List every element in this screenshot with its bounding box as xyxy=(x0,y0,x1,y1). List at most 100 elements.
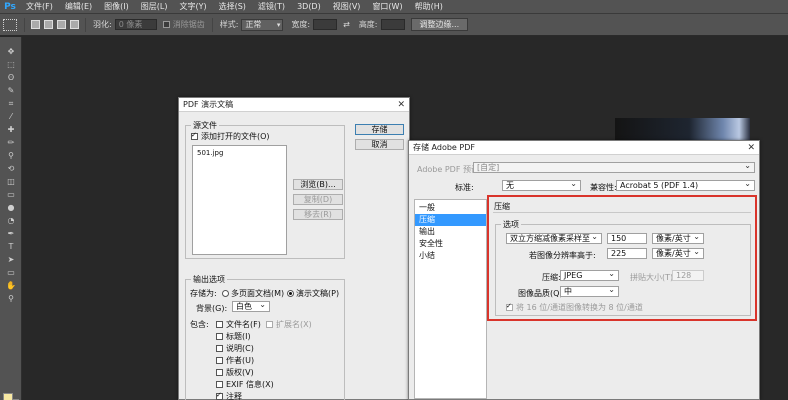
remove-button[interactable]: 移去(R) xyxy=(293,209,343,220)
subtract-selection-icon[interactable] xyxy=(57,20,66,29)
multipage-radio[interactable]: 多页面文档(M) xyxy=(222,288,284,299)
nav-item[interactable]: 压缩 xyxy=(415,214,486,226)
downsample-unit-select[interactable]: 像素/英寸 xyxy=(652,232,704,244)
menu-item[interactable]: 滤镜(T) xyxy=(252,0,291,14)
marquee-preset-icon[interactable] xyxy=(3,18,17,31)
eraser-tool-icon[interactable]: ◫ xyxy=(3,176,19,188)
intersect-selection-icon[interactable] xyxy=(70,20,79,29)
marquee-tool-icon[interactable]: ⬚ xyxy=(3,59,19,71)
nav-item[interactable]: 输出 xyxy=(415,226,486,238)
divider xyxy=(493,212,751,213)
compatibility-select[interactable]: Acrobat 5 (PDF 1.4) xyxy=(616,179,755,191)
notes-checkbox[interactable]: 注释 xyxy=(216,391,242,400)
preset-select[interactable]: [自定] xyxy=(473,161,755,173)
tile-size-input[interactable]: 128 xyxy=(672,270,704,281)
quality-select[interactable]: 中 xyxy=(560,285,619,297)
refine-edge-button[interactable]: 调整边缘... xyxy=(410,18,469,31)
feather-input[interactable]: 0 像素 xyxy=(114,19,157,30)
zoom-tool-icon[interactable]: ⚲ xyxy=(3,293,19,305)
above-unit-select[interactable]: 像素/英寸 xyxy=(652,247,704,259)
brush-tool-icon[interactable]: ✏ xyxy=(3,137,19,149)
exif-checkbox[interactable]: EXIF 信息(X) xyxy=(216,379,274,390)
gradient-tool-icon[interactable]: ▭ xyxy=(3,189,19,201)
above-ppi-input[interactable]: 225 xyxy=(607,248,647,259)
standard-label: 标准: xyxy=(455,183,474,192)
pen-tool-icon[interactable]: ✒ xyxy=(3,228,19,240)
menu-item[interactable]: 图层(L) xyxy=(135,0,174,14)
antialias-checkbox[interactable]: 消除锯齿 xyxy=(162,19,205,30)
crop-tool-icon[interactable]: ⌗ xyxy=(3,98,19,110)
eyedropper-tool-icon[interactable]: ⁄ xyxy=(3,111,19,123)
copyright-checkbox[interactable]: 版权(V) xyxy=(216,367,254,378)
path-select-tool-icon[interactable]: ➤ xyxy=(3,254,19,266)
history-brush-tool-icon[interactable]: ⟲ xyxy=(3,163,19,175)
checkbox-icon xyxy=(191,131,198,140)
nav-item[interactable]: 一般 xyxy=(415,202,486,214)
compression-select[interactable]: JPEG xyxy=(560,269,619,281)
multipage-label: 多页面文档(M) xyxy=(231,289,285,298)
healing-tool-icon[interactable]: ✚ xyxy=(3,124,19,136)
dodge-tool-icon[interactable]: ◔ xyxy=(3,215,19,227)
blur-tool-icon[interactable]: ● xyxy=(3,202,19,214)
dialog-title-bar: 存储 Adobe PDF ✕ xyxy=(409,141,759,155)
checkbox-icon xyxy=(216,357,223,364)
nav-item[interactable]: 安全性 xyxy=(415,238,486,250)
description-checkbox[interactable]: 说明(C) xyxy=(216,343,254,354)
background-label: 背景(G): xyxy=(196,304,228,313)
convert-bits-checkbox[interactable]: 将 16 位/通道图像转换为 8 位/通道 xyxy=(506,302,643,313)
file-list[interactable]: 501.jpg xyxy=(192,145,287,255)
type-tool-icon[interactable]: T xyxy=(3,241,19,253)
style-select[interactable]: 正常 xyxy=(241,18,284,31)
cancel-button[interactable]: 取消 xyxy=(355,139,404,150)
close-icon[interactable]: ✕ xyxy=(747,141,755,155)
menu-item[interactable]: 文件(F) xyxy=(20,0,59,14)
downsample-ppi-input[interactable]: 150 xyxy=(607,233,647,244)
output-options-group: 输出选项 存储为: 多页面文档(M) 演示文稿(P) 背景(G): 白色 包含:… xyxy=(185,274,345,400)
hand-tool-icon[interactable]: ✋ xyxy=(3,280,19,292)
standard-select[interactable]: 无 xyxy=(502,179,581,191)
divider xyxy=(211,17,213,32)
menu-item[interactable]: 帮助(H) xyxy=(409,0,449,14)
add-open-files-checkbox[interactable]: 添加打开的文件(O) xyxy=(191,131,270,142)
clone-stamp-tool-icon[interactable]: ⚲ xyxy=(3,150,19,162)
add-selection-icon[interactable] xyxy=(44,20,53,29)
save-button[interactable]: 存储 xyxy=(355,124,404,135)
new-selection-icon[interactable] xyxy=(31,20,40,29)
list-item[interactable]: 501.jpg xyxy=(193,146,286,160)
menu-item[interactable]: 3D(D) xyxy=(291,0,327,14)
foreground-color-swatch[interactable] xyxy=(3,393,13,400)
menu-item[interactable]: 选择(S) xyxy=(213,0,252,14)
menu-item[interactable]: 图像(I) xyxy=(98,0,135,14)
section-title: 压缩 xyxy=(494,202,510,211)
height-input[interactable] xyxy=(380,19,405,30)
filename-checkbox[interactable]: 文件名(F) xyxy=(216,319,261,330)
source-files-group: 源文件 添加打开的文件(O) 501.jpg 浏览(B)... 复制(D) 移去… xyxy=(185,120,345,259)
menu-item[interactable]: 编辑(E) xyxy=(59,0,98,14)
downsample-select[interactable]: 双立方缩减像素采样至 xyxy=(506,232,602,244)
width-input[interactable] xyxy=(313,19,338,30)
quality-label: 图像品质(Q): xyxy=(518,289,566,298)
exif-label: EXIF 信息(X) xyxy=(226,380,274,389)
move-tool-icon[interactable]: ✥ xyxy=(3,46,19,58)
description-label: 说明(C) xyxy=(226,344,254,353)
title-label: 标题(I) xyxy=(226,332,251,341)
menu-item[interactable]: 窗口(W) xyxy=(366,0,408,14)
menu-item[interactable]: 视图(V) xyxy=(327,0,367,14)
background-select[interactable]: 白色 xyxy=(232,300,270,312)
duplicate-button[interactable]: 复制(D) xyxy=(293,194,343,205)
nav-item[interactable]: 小结 xyxy=(415,250,486,262)
antialias-label: 消除锯齿 xyxy=(172,20,205,29)
close-icon[interactable]: ✕ xyxy=(397,98,405,112)
author-checkbox[interactable]: 作者(U) xyxy=(216,355,254,366)
browse-button[interactable]: 浏览(B)... xyxy=(293,179,343,190)
presentation-radio[interactable]: 演示文稿(P) xyxy=(287,288,339,299)
quick-select-tool-icon[interactable]: ✎ xyxy=(3,85,19,97)
swap-icon[interactable]: ⇄ xyxy=(343,20,350,29)
lasso-tool-icon[interactable]: ʘ xyxy=(3,72,19,84)
menu-item[interactable]: 文字(Y) xyxy=(173,0,212,14)
compression-panel-highlight: 压缩 选项 双立方缩减像素采样至 150 像素/英寸 若图像分辨率高于: 225… xyxy=(487,195,757,321)
shape-tool-icon[interactable]: ▭ xyxy=(3,267,19,279)
extension-checkbox[interactable]: 扩展名(X) xyxy=(266,319,312,330)
save-adobe-pdf-dialog: 存储 Adobe PDF ✕ Adobe PDF 预设: [自定] 标准: 无 … xyxy=(408,140,760,400)
title-checkbox[interactable]: 标题(I) xyxy=(216,331,251,342)
